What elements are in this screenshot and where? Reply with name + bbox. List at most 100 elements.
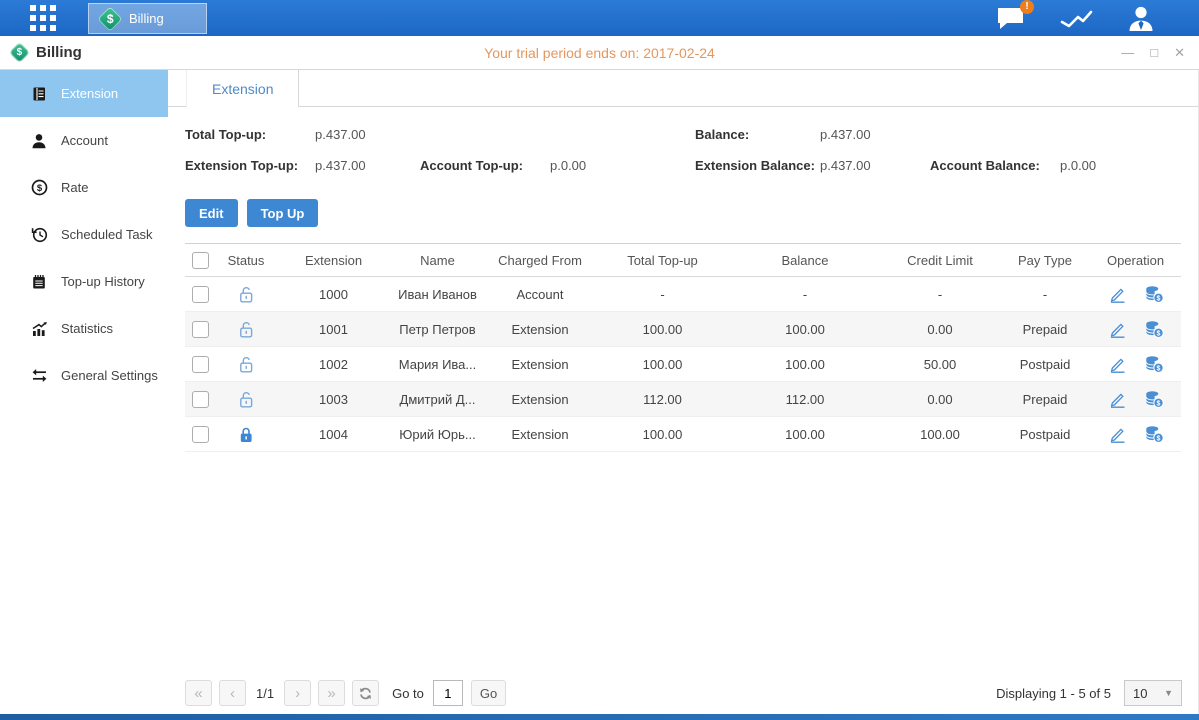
pay-type-cell: Postpaid: [1000, 347, 1090, 382]
charged-from-cell: Extension: [485, 347, 595, 382]
extension-balance-label: Extension Balance:: [695, 158, 815, 173]
charged-from-cell: Extension: [485, 417, 595, 452]
billing-title-icon: $: [9, 42, 30, 63]
svg-text:$: $: [1156, 400, 1160, 407]
sidebar-item-statistics[interactable]: Statistics: [0, 305, 168, 352]
top-up-button[interactable]: Top Up: [247, 199, 319, 227]
user-menu-button[interactable]: [1127, 5, 1155, 31]
name-cell: Дмитрий Д...: [390, 382, 485, 417]
resource-monitor-icon: [1060, 6, 1093, 30]
sidebar-item-label: Scheduled Task: [61, 227, 153, 242]
edit-row-button[interactable]: [1108, 355, 1126, 373]
first-page-button[interactable]: «: [185, 680, 212, 706]
credit-limit-cell: -: [880, 277, 1000, 312]
taskbar-tab-billing[interactable]: $ Billing: [88, 3, 207, 34]
stats-icon: [30, 321, 48, 337]
sidebar-item-label: Rate: [61, 180, 88, 195]
next-page-button[interactable]: ›: [284, 680, 311, 706]
account-topup-value: p.0.00: [550, 158, 586, 173]
select-all-checkbox[interactable]: [192, 252, 209, 269]
refresh-icon: [358, 686, 373, 701]
column-header: Extension: [277, 244, 390, 277]
column-header: Charged From: [485, 244, 595, 277]
messages-button[interactable]: !: [996, 6, 1026, 31]
total-topup-value: p.437.00: [315, 127, 366, 142]
row-checkbox[interactable]: [192, 286, 209, 303]
sidebar-item-scheduled-task[interactable]: Scheduled Task: [0, 211, 168, 258]
extension-table-wrap: StatusExtensionNameCharged FromTotal Top…: [185, 243, 1181, 452]
extension-topup-value: p.437.00: [315, 158, 366, 173]
table-body: 1000Иван ИвановAccount----$1001Петр Петр…: [185, 277, 1181, 452]
sidebar-item-extension[interactable]: Extension: [0, 70, 168, 117]
pay-type-cell: Postpaid: [1000, 417, 1090, 452]
total-topup-cell: 100.00: [595, 417, 730, 452]
edit-button[interactable]: Edit: [185, 199, 238, 227]
apps-grid-button[interactable]: [30, 5, 56, 31]
topup-row-button[interactable]: $: [1144, 390, 1164, 408]
sidebar: Extension Account $Rate Scheduled Task Top-u…: [0, 70, 168, 714]
table-row: 1000Иван ИвановAccount----$: [185, 277, 1181, 312]
account-topup-label: Account Top-up:: [420, 158, 523, 173]
prev-page-button[interactable]: ‹: [219, 680, 246, 706]
unlocked-status-icon: [237, 320, 255, 339]
refresh-button[interactable]: [352, 680, 379, 706]
minimize-button[interactable]: —: [1121, 46, 1134, 59]
goto-page-input[interactable]: [433, 680, 463, 706]
extension-topup-label: Extension Top-up:: [185, 158, 298, 173]
table-row: 1002Мария Ива...Extension100.00100.0050.…: [185, 347, 1181, 382]
tab-bar: Extension: [168, 70, 1198, 107]
topup-row-button[interactable]: $: [1144, 285, 1164, 303]
pay-type-cell: -: [1000, 277, 1090, 312]
sidebar-item-top-up-history[interactable]: Top-up History: [0, 258, 168, 305]
sidebar-item-account[interactable]: Account: [0, 117, 168, 164]
apps-grid-icon: [30, 5, 56, 31]
topup-row-button[interactable]: $: [1144, 355, 1164, 373]
window-titlebar: $ Billing Your trial period ends on: 201…: [0, 36, 1199, 70]
row-checkbox[interactable]: [192, 321, 209, 338]
extension-cell: 1004: [277, 417, 390, 452]
balance-cell: -: [730, 277, 880, 312]
sidebar-item-rate[interactable]: $Rate: [0, 164, 168, 211]
row-checkbox[interactable]: [192, 356, 209, 373]
transfer-icon: [30, 368, 48, 383]
page-indicator: 1/1: [256, 686, 274, 701]
edit-row-button[interactable]: [1108, 390, 1126, 408]
close-button[interactable]: ✕: [1174, 46, 1185, 59]
charged-from-cell: Extension: [485, 382, 595, 417]
notification-badge: !: [1020, 0, 1034, 14]
edit-row-button[interactable]: [1108, 425, 1126, 443]
trial-notice: Your trial period ends on: 2017-02-24: [0, 45, 1199, 61]
table-row: 1004Юрий Юрь...Extension100.00100.00100.…: [185, 417, 1181, 452]
maximize-button[interactable]: □: [1150, 46, 1158, 59]
extension-cell: 1002: [277, 347, 390, 382]
sidebar-item-label: General Settings: [61, 368, 158, 383]
charged-from-cell: Account: [485, 277, 595, 312]
row-checkbox[interactable]: [192, 426, 209, 443]
balance-cell: 112.00: [730, 382, 880, 417]
name-cell: Мария Ива...: [390, 347, 485, 382]
resource-monitor-button[interactable]: [1060, 6, 1093, 30]
name-cell: Иван Иванов: [390, 277, 485, 312]
edit-row-button[interactable]: [1108, 320, 1126, 338]
name-cell: Юрий Юрь...: [390, 417, 485, 452]
last-page-button[interactable]: »: [318, 680, 345, 706]
user-icon: [1127, 5, 1155, 31]
system-topbar: $ Billing !: [0, 0, 1199, 36]
tab-extension[interactable]: Extension: [186, 70, 299, 107]
go-button[interactable]: Go: [471, 680, 506, 706]
topup-row-button[interactable]: $: [1144, 425, 1164, 443]
row-checkbox[interactable]: [192, 391, 209, 408]
chevron-down-icon: ▼: [1164, 688, 1173, 698]
unlocked-status-icon: [237, 355, 255, 374]
account-balance-label: Account Balance:: [930, 158, 1040, 173]
sidebar-item-label: Account: [61, 133, 108, 148]
account-balance-value: p.0.00: [1060, 158, 1096, 173]
topup-row-button[interactable]: $: [1144, 320, 1164, 338]
edit-row-button[interactable]: [1108, 285, 1126, 303]
sidebar-item-general-settings[interactable]: General Settings: [0, 352, 168, 399]
unlocked-status-icon: [237, 285, 255, 304]
page-size-select[interactable]: 10 ▼: [1124, 680, 1182, 706]
total-topup-cell: 112.00: [595, 382, 730, 417]
credit-limit-cell: 0.00: [880, 382, 1000, 417]
pagination-bar: « ‹ 1/1 › » Go to Go Displaying: [185, 680, 1182, 706]
